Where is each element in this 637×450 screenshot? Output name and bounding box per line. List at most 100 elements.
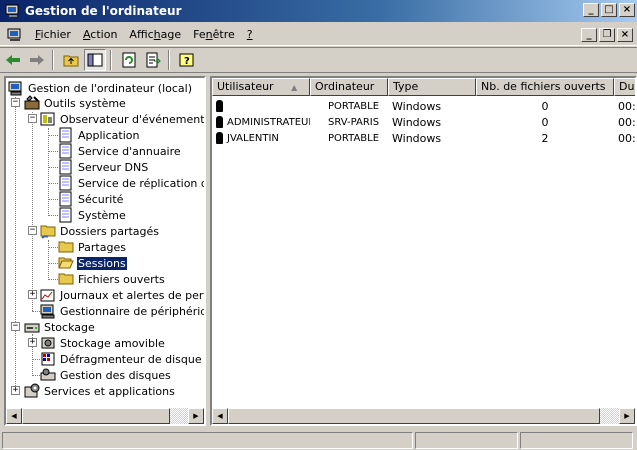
scroll-thumb[interactable]: [22, 408, 170, 424]
tools-icon: [24, 95, 40, 110]
event-viewer-icon: [40, 112, 55, 126]
tree-item-system-tools[interactable]: Outils système: [24, 95, 127, 111]
scroll-right-button[interactable]: ▶: [188, 408, 204, 424]
maximize-button[interactable]: □: [601, 3, 617, 17]
tree-guide-line: [48, 247, 58, 248]
scroll-track[interactable]: [228, 408, 619, 424]
expand-toggle[interactable]: +: [28, 290, 37, 299]
menu-help-accel: ?: [246, 28, 253, 41]
cell-type: Windows: [392, 100, 442, 113]
performance-logs-icon: [40, 289, 55, 302]
tree-horizontal-scrollbar[interactable]: ◀ ▶: [6, 408, 204, 424]
tree-item-event-viewer[interactable]: Observateur d'événements: [40, 111, 204, 127]
svg-text:?: ?: [184, 56, 190, 67]
table-row[interactable]: JVALENTIN PORTABLE Windows 2 00:0: [212, 131, 635, 147]
column-header-open-files[interactable]: Nb. de fichiers ouverts: [476, 78, 614, 96]
tree-item-log-replication[interactable]: Service de réplication de: [58, 175, 204, 191]
tree-item-sessions[interactable]: Sessions: [58, 255, 128, 271]
column-header-user[interactable]: Utilisateur ▲: [212, 78, 310, 96]
up-level-button[interactable]: [60, 49, 82, 71]
minimize-button[interactable]: _: [583, 3, 599, 17]
folder-icon: [58, 241, 74, 253]
log-icon: [59, 207, 72, 223]
table-row[interactable]: PORTABLE Windows 0 00:0: [212, 99, 635, 115]
tree-item-root[interactable]: Gestion de l'ordinateur (local): [8, 80, 193, 96]
list-horizontal-scrollbar[interactable]: ◀ ▶: [212, 408, 635, 424]
scroll-right-button[interactable]: ▶: [619, 408, 635, 424]
user-icon: [216, 100, 223, 112]
menu-fichier-label: ichier: [40, 28, 71, 41]
scroll-left-button[interactable]: ◀: [6, 408, 22, 424]
mdi-minimize-button[interactable]: _: [581, 28, 597, 42]
cell-user: JVALENTIN: [212, 131, 310, 147]
tree-item-open-files[interactable]: Fichiers ouverts: [58, 271, 166, 287]
tree-label: Sécurité: [78, 192, 124, 206]
tree-item-shares[interactable]: Partages: [58, 239, 127, 255]
column-header-computer[interactable]: Ordinateur: [310, 78, 388, 96]
menu-fenetre[interactable]: Fenêtre: [187, 28, 241, 41]
menu-action[interactable]: Action: [77, 28, 123, 41]
export-list-button[interactable]: [142, 49, 164, 71]
column-header-duration[interactable]: Dur: [614, 78, 637, 96]
tree-item-log-dns-server[interactable]: Serveur DNS: [58, 159, 149, 175]
tree-label: Services et applications: [44, 384, 175, 398]
show-hide-tree-button[interactable]: [84, 49, 106, 71]
services-apps-icon: [24, 383, 40, 398]
mdi-restore-button[interactable]: ❐: [599, 28, 615, 42]
expand-toggle[interactable]: +: [11, 386, 20, 395]
tree-item-log-application[interactable]: Application: [58, 127, 140, 143]
tree-guide-line: [32, 359, 40, 360]
defragmenter-icon: [41, 352, 55, 366]
column-label: Nb. de fichiers ouverts: [481, 80, 606, 93]
console-icon: [7, 28, 21, 41]
toolbar-separator: [168, 50, 170, 70]
menu-affichage[interactable]: Affichage: [123, 28, 187, 41]
tree-item-removable-storage[interactable]: Stockage amovible: [40, 335, 166, 351]
tree-item-log-directory-service[interactable]: Service d'annuaire: [58, 143, 182, 159]
menu-fenetre-label: être: [212, 28, 235, 41]
shared-folder-icon: [40, 225, 56, 239]
tree-item-log-system[interactable]: Système: [58, 207, 127, 223]
mdi-close-button[interactable]: ×: [617, 28, 633, 42]
tree-item-perf-logs[interactable]: Journaux et alertes de perfo: [40, 287, 204, 303]
collapse-toggle[interactable]: −: [28, 226, 37, 235]
close-button[interactable]: ×: [619, 3, 635, 17]
scroll-track[interactable]: [22, 408, 188, 424]
tree-item-storage[interactable]: Stockage: [24, 319, 96, 335]
status-panel: [2, 431, 413, 449]
collapse-toggle[interactable]: −: [28, 114, 37, 123]
menu-affichage-accel: h: [153, 28, 161, 41]
menu-help[interactable]: ?: [241, 28, 259, 41]
tree-item-log-security[interactable]: Sécurité: [58, 191, 124, 207]
cell-open-files: 2: [541, 132, 549, 145]
forward-button[interactable]: [26, 49, 48, 71]
log-icon: [59, 127, 72, 143]
tree-item-device-manager[interactable]: Gestionnaire de périphérique: [40, 303, 204, 319]
tree-item-services-apps[interactable]: Services et applications: [24, 383, 176, 399]
menu-affichage-pre: Affic: [129, 28, 154, 41]
title-bar[interactable]: Gestion de l'ordinateur _ □ ×: [0, 0, 637, 22]
tree-item-shared-folders[interactable]: Dossiers partagés: [40, 223, 160, 239]
expand-toggle[interactable]: +: [28, 338, 37, 347]
console-tree[interactable]: Gestion de l'ordinateur (local) − Outils…: [4, 76, 206, 426]
table-row[interactable]: ADMINISTRATEUR SRV-PARIS Windows 0 00:1: [212, 115, 635, 131]
tree-item-defragmenter[interactable]: Défragmenteur de disque: [40, 351, 203, 367]
column-header-type[interactable]: Type: [388, 78, 476, 96]
scroll-thumb[interactable]: [228, 408, 600, 424]
back-button[interactable]: [2, 49, 24, 71]
refresh-button[interactable]: [118, 49, 140, 71]
cell-computer: PORTABLE: [328, 133, 380, 144]
sessions-list[interactable]: Utilisateur ▲ Ordinateur Type Nb. de fic…: [210, 76, 637, 426]
tree-guide-line: [32, 112, 33, 311]
help-button[interactable]: ?: [176, 49, 198, 71]
collapse-toggle[interactable]: −: [11, 322, 20, 331]
export-list-icon: [146, 52, 161, 68]
tree-guide-line: [48, 167, 58, 168]
tree-item-disk-management[interactable]: Gestion des disques: [40, 367, 172, 383]
tree-guide-line: [48, 151, 58, 152]
collapse-toggle[interactable]: −: [11, 98, 20, 107]
column-label: Dur: [619, 80, 637, 93]
scroll-left-button[interactable]: ◀: [212, 408, 228, 424]
menu-fichier[interactable]: Fichier: [29, 28, 77, 41]
menu-fenetre-pre: Fe: [193, 28, 206, 41]
